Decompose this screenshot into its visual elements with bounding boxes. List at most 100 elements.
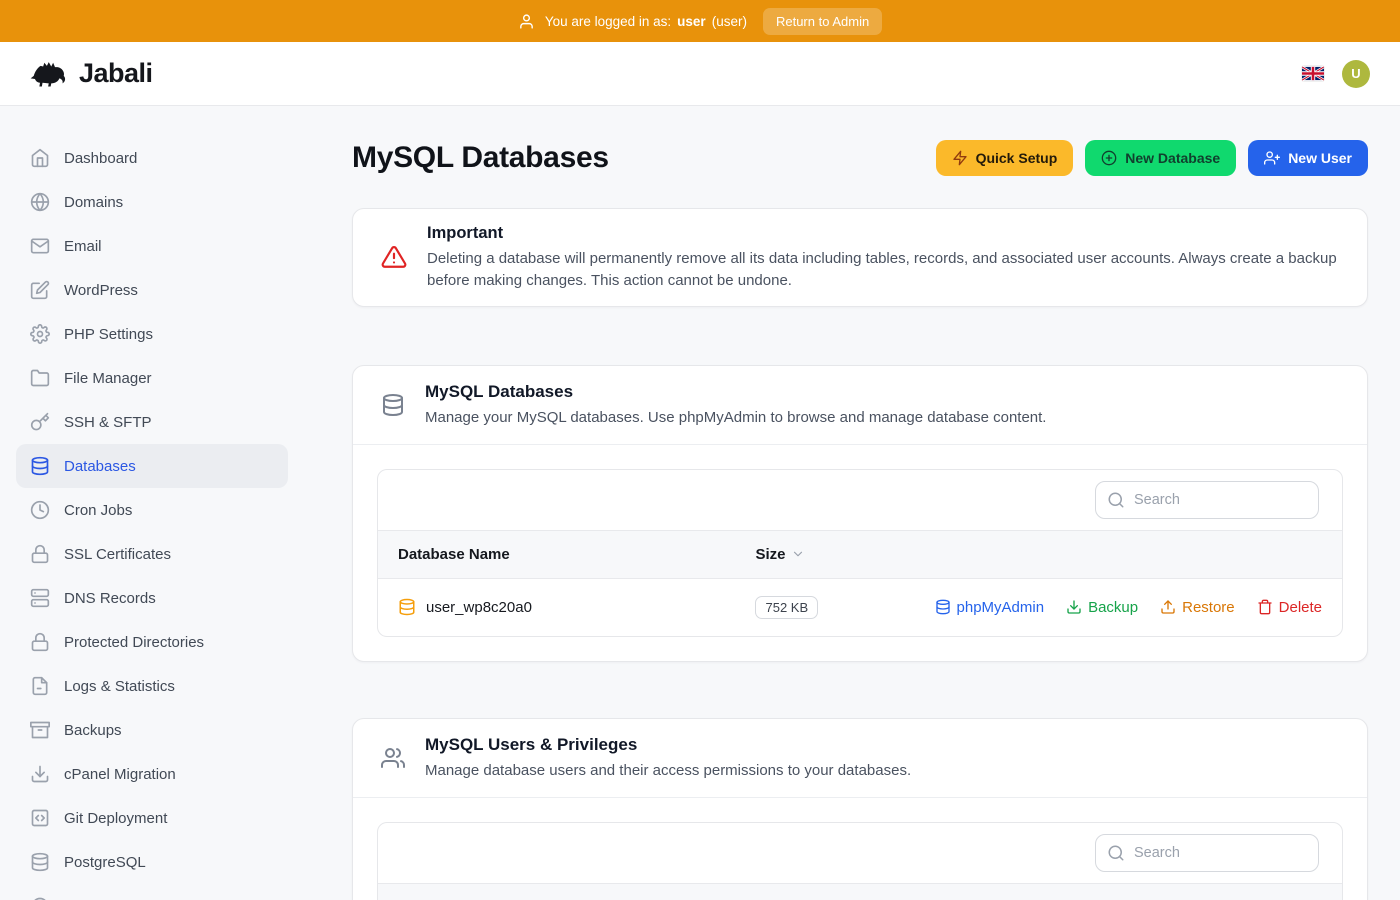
sidebar-item-label: SSL Certificates: [64, 546, 171, 563]
sidebar-item-databases[interactable]: Databases: [16, 444, 288, 488]
sidebar-item-label: PHP Settings: [64, 326, 153, 343]
phpmyadmin-link[interactable]: phpMyAdmin: [935, 599, 1045, 616]
sidebar-item-label: Email: [64, 238, 102, 255]
sidebar-item-label: SSH & SFTP: [64, 414, 152, 431]
lock-icon: [30, 632, 50, 652]
warning-title: Important: [427, 223, 1339, 243]
button-label: Quick Setup: [976, 150, 1058, 166]
language-flag-uk-icon[interactable]: [1302, 66, 1324, 81]
trash-icon: [1257, 599, 1273, 615]
sidebar-item-wordpress[interactable]: WordPress: [16, 268, 288, 312]
sidebar-item-label: WordPress: [64, 282, 138, 299]
user-avatar[interactable]: U: [1342, 60, 1370, 88]
action-label: Delete: [1279, 599, 1322, 616]
column-header-database-privileges: Database Privileges: [682, 883, 1342, 900]
delete-link[interactable]: Delete: [1257, 599, 1322, 616]
button-label: New Database: [1125, 150, 1220, 166]
database-name: user_wp8c20a0: [398, 598, 715, 616]
sidebar-item-label: Git Deployment: [64, 810, 167, 827]
sidebar-item-logs-statistics[interactable]: Logs & Statistics: [16, 664, 288, 708]
archive-icon: [30, 720, 50, 740]
logged-in-status: You are logged in as: user (user): [518, 13, 747, 30]
server-icon: [30, 588, 50, 608]
chevron-down-icon: [791, 547, 805, 561]
sidebar-item-label: Backups: [64, 722, 122, 739]
users-card: MySQL Users & Privileges Manage database…: [352, 718, 1368, 900]
sidebar-item-protected-directories[interactable]: Protected Directories: [16, 620, 288, 664]
column-header-actions: [915, 530, 1342, 578]
restore-link[interactable]: Restore: [1160, 599, 1235, 616]
plus-circle-icon: [1101, 150, 1117, 166]
sidebar-item-ssh-sftp[interactable]: SSH & SFTP: [16, 400, 288, 444]
action-label: Restore: [1182, 599, 1235, 616]
backup-link[interactable]: Backup: [1066, 599, 1138, 616]
main-content: MySQL Databases Quick Setup New Database N…: [304, 106, 1400, 900]
row-actions: phpMyAdmin Backup Restore Delete: [935, 599, 1322, 616]
sidebar-item-domains[interactable]: Domains: [16, 180, 288, 224]
circle-icon: [30, 896, 50, 900]
return-to-admin-button[interactable]: Return to Admin: [763, 8, 882, 35]
button-label: New User: [1288, 150, 1352, 166]
databases-search-input[interactable]: [1095, 481, 1319, 519]
sidebar-item-ssl-certificates[interactable]: SSL Certificates: [16, 532, 288, 576]
key-icon: [30, 412, 50, 432]
database-icon: [30, 456, 50, 476]
page-title: MySQL Databases: [352, 140, 609, 176]
code-icon: [30, 808, 50, 828]
database-row: user_wp8c20a0752 KBphpMyAdminBackupResto…: [378, 578, 1342, 636]
column-header-size[interactable]: Size: [735, 530, 914, 578]
database-icon: [381, 393, 405, 417]
upload-icon: [1160, 599, 1176, 615]
databases-table: Database NameSize user_wp8c20a0752 KBphp…: [378, 530, 1342, 636]
database-icon: [398, 598, 416, 616]
alert-triangle-icon: [381, 244, 407, 270]
sidebar-item-git-deployment[interactable]: Git Deployment: [16, 796, 288, 840]
users-search-input[interactable]: [1095, 834, 1319, 872]
lock-icon: [30, 544, 50, 564]
sidebar-item-label: PostgreSQL: [64, 854, 146, 871]
quick-setup-button[interactable]: Quick Setup: [936, 140, 1074, 176]
app-header: Jabali U: [0, 42, 1400, 106]
column-label: Size: [755, 546, 785, 563]
sidebar-item-file-manager[interactable]: File Manager: [16, 356, 288, 400]
sidebar-item-dashboard[interactable]: Dashboard: [16, 136, 288, 180]
logged-in-role: (user): [712, 14, 747, 29]
users-icon: [381, 746, 405, 770]
user-icon: [518, 13, 535, 30]
gear-icon: [30, 324, 50, 344]
brand-logo[interactable]: Jabali: [30, 58, 153, 89]
sidebar-item-dns-records[interactable]: DNS Records: [16, 576, 288, 620]
page-actions: Quick Setup New Database New User: [936, 140, 1368, 176]
sidebar-item-postgresql[interactable]: PostgreSQL: [16, 840, 288, 884]
sidebar-item-label: cPanel Migration: [64, 766, 176, 783]
sidebar-item-label: DNS Records: [64, 590, 156, 607]
file-icon: [30, 676, 50, 696]
home-icon: [30, 148, 50, 168]
folder-icon: [30, 368, 50, 388]
sidebar-item-label: Protected Directories: [64, 634, 204, 651]
uk-flag-icon: [1302, 66, 1324, 81]
sidebar-item-cpanel-migration[interactable]: cPanel Migration: [16, 752, 288, 796]
sidebar-item-partial[interactable]: [16, 884, 288, 900]
edit-icon: [30, 280, 50, 300]
user-plus-icon: [1264, 150, 1280, 166]
databases-card-title: MySQL Databases: [425, 382, 1046, 402]
sidebar-item-php-settings[interactable]: PHP Settings: [16, 312, 288, 356]
sidebar-item-backups[interactable]: Backups: [16, 708, 288, 752]
sidebar-item-label: Databases: [64, 458, 136, 475]
new-database-button[interactable]: New Database: [1085, 140, 1236, 176]
download-icon: [1066, 599, 1082, 615]
zap-icon: [952, 150, 968, 166]
sidebar-item-cron-jobs[interactable]: Cron Jobs: [16, 488, 288, 532]
sidebar-item-email[interactable]: Email: [16, 224, 288, 268]
column-label: Database Name: [398, 546, 510, 563]
new-user-button[interactable]: New User: [1248, 140, 1368, 176]
sidebar-item-label: Logs & Statistics: [64, 678, 175, 695]
brand-name: Jabali: [79, 58, 153, 89]
users-card-description: Manage database users and their access p…: [425, 760, 911, 781]
database-icon: [935, 599, 951, 615]
logged-in-username: user: [677, 14, 706, 29]
users-table: UserDatabase Privileges: [378, 883, 1342, 900]
topbar: You are logged in as: user (user) Return…: [0, 0, 1400, 42]
clock-icon: [30, 500, 50, 520]
